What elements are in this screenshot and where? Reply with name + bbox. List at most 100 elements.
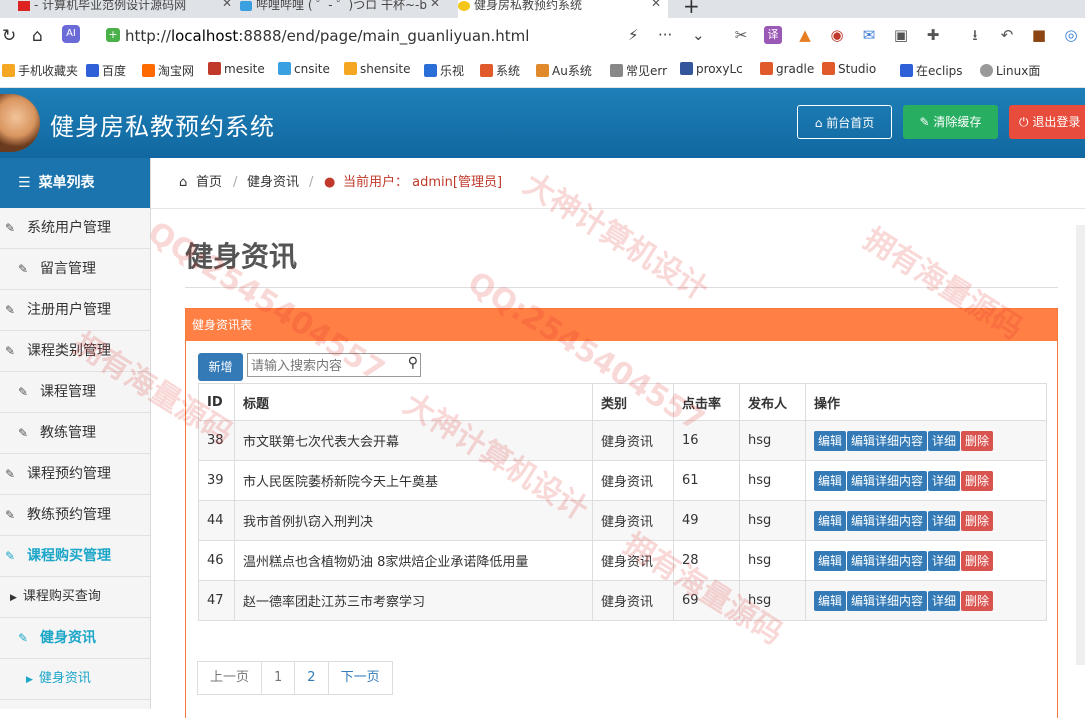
bookmark-item[interactable]: cnsite [278, 62, 330, 76]
sidebar-item[interactable]: ✎ 课程管理 [0, 372, 150, 413]
sidebar-subitem-active[interactable]: ▶ 健身资讯 [0, 659, 150, 700]
wrench-icon: ✎ [919, 115, 934, 129]
new-tab-icon[interactable]: + [683, 0, 700, 18]
cell-title: 市人民医院萎桥新院今天上午奠基 [234, 460, 593, 501]
browser-tab[interactable]: - 计算机毕业范例设计源码网 [18, 0, 218, 18]
browser-tab-active[interactable]: 健身房私教预约系统 [458, 0, 668, 18]
sidebar-item[interactable]: ✎ 注册用户管理 [0, 290, 150, 331]
bookmark-item[interactable]: proxyLc [680, 62, 743, 76]
edit-button[interactable]: 编辑 [814, 470, 847, 491]
page-number[interactable]: 2 [294, 661, 329, 695]
edit-detail-button[interactable]: 编辑详细内容 [847, 590, 928, 611]
menu-icon: ☰ [18, 175, 31, 191]
cell-clicks: 28 [673, 540, 740, 581]
browser-tab-bar: - 计算机毕业范例设计源码网 ✕ 哔哩哔哩 ( ゜- ゜)つロ 干杯~-b ✕ … [0, 0, 1085, 18]
url-field[interactable]: + http://localhost:8888/end/page/main_gu… [100, 24, 720, 48]
sidebar-item-active[interactable]: ✎ 课程购买管理 [0, 536, 150, 577]
eye-icon[interactable]: ◉ [828, 26, 846, 44]
undo-icon[interactable]: ↶ [998, 26, 1016, 44]
close-tab-icon[interactable]: ✕ [430, 0, 440, 10]
scrollbar[interactable] [1076, 225, 1085, 665]
bookmark-item[interactable]: Au系统 [536, 62, 592, 79]
chevron-down-icon[interactable]: ⌄ [692, 26, 705, 44]
sidebar-item[interactable]: ✎ 留言管理 [0, 249, 150, 290]
reload-icon[interactable]: ↻ [2, 26, 16, 46]
delete-button[interactable]: 删除 [961, 510, 994, 531]
edit-detail-button[interactable]: 编辑详细内容 [847, 430, 928, 451]
bookmark-item[interactable]: 常见err [610, 62, 667, 79]
search-input[interactable] [248, 354, 404, 376]
pocket-icon[interactable]: ▣ [892, 26, 910, 44]
bookmark-icon [424, 64, 437, 77]
sidebar-item[interactable]: ✎ 课程类别管理 [0, 331, 150, 372]
bookmark-icon [822, 62, 835, 75]
bookmark-item[interactable]: Linux面 [980, 62, 1040, 79]
delete-button[interactable]: 删除 [961, 470, 994, 491]
bookmark-item[interactable]: Studio [822, 62, 876, 76]
close-tab-icon[interactable]: ✕ [651, 0, 661, 10]
next-page-button[interactable]: 下一页 [327, 661, 393, 695]
delete-button[interactable]: 删除 [961, 550, 994, 571]
bookmark-item[interactable]: mesite [208, 62, 265, 76]
detail-button[interactable]: 详细 [928, 550, 961, 571]
extensions-icon[interactable]: ✚ [924, 26, 942, 44]
table-row: 44 我市首例扒窃入刑判决 健身资讯 49 hsg 编辑 编辑详细内容 详细 删除 [198, 500, 1047, 541]
edit-detail-button[interactable]: 编辑详细内容 [847, 550, 928, 571]
logout-button[interactable]: ⏻ 退出登录 [1009, 105, 1085, 139]
download-icon[interactable]: ⭳ [966, 26, 984, 44]
bookmark-item[interactable]: 百度 [86, 62, 126, 79]
scissors-icon[interactable]: ✂ [732, 26, 750, 44]
clear-cache-button[interactable]: ✎ 清除缓存 [903, 105, 998, 139]
more-icon[interactable]: ··· [658, 26, 672, 44]
bookmark-item[interactable]: 乐视 [424, 62, 464, 79]
edit-button[interactable]: 编辑 [814, 430, 847, 451]
sidebar-item[interactable]: ✎ 教练管理 [0, 413, 150, 454]
lightning-icon[interactable]: ⚡ [628, 26, 639, 44]
home-page-button[interactable]: ⌂ 前台首页 [797, 105, 892, 139]
cell-title: 赵一德率团赴江苏三市考察学习 [234, 580, 593, 621]
edit-button[interactable]: 编辑 [814, 590, 847, 611]
sidebar-item[interactable]: ✎ 课程预约管理 [0, 454, 150, 495]
browser-tab[interactable]: 哔哩哔哩 ( ゜- ゜)つロ 干杯~-b [240, 0, 440, 18]
prev-page-button[interactable]: 上一页 [197, 661, 263, 695]
translate-icon[interactable]: 译 [764, 26, 782, 44]
bookmark-item[interactable]: gradle [760, 62, 814, 76]
sidebar-item-active[interactable]: ✎ 健身资讯 [0, 618, 150, 659]
page-number[interactable]: 1 [261, 661, 296, 695]
column-header: 发布人 [739, 383, 806, 421]
mail-icon[interactable]: ✉ [860, 26, 878, 44]
detail-button[interactable]: 详细 [928, 510, 961, 531]
fox-icon[interactable]: ▲ [796, 26, 814, 44]
search-icon[interactable]: ⚲ [408, 355, 418, 371]
briefcase-icon[interactable]: ■ [1030, 26, 1048, 44]
close-tab-icon[interactable]: ✕ [222, 0, 232, 10]
home-icon[interactable]: ⌂ [32, 26, 43, 46]
detail-button[interactable]: 详细 [928, 430, 961, 451]
breadcrumb-home[interactable]: 首页 [196, 158, 222, 208]
sidebar-item[interactable]: ✎ 教练预约管理 [0, 495, 150, 536]
bookmark-item[interactable]: shensite [344, 62, 411, 76]
cell-publisher: hsg [739, 420, 806, 461]
panel-title: 健身资讯表 [186, 309, 1057, 341]
table-row: 46 温州糕点也含植物奶油 8家烘焙企业承诺降低用量 健身资讯 28 hsg 编… [198, 540, 1047, 581]
detail-button[interactable]: 详细 [928, 470, 961, 491]
detail-button[interactable]: 详细 [928, 590, 961, 611]
bookmark-item[interactable]: 在eclips [900, 62, 963, 79]
add-button[interactable]: 新增 [198, 353, 243, 381]
ai-icon[interactable]: AI [62, 25, 80, 43]
bookmark-item[interactable]: 系统 [480, 62, 520, 79]
breadcrumb-current: 健身资讯 [247, 175, 300, 190]
edit-button[interactable]: 编辑 [814, 550, 847, 571]
edit-button[interactable]: 编辑 [814, 510, 847, 531]
sidebar-subitem[interactable]: ▶ 课程购买查询 [0, 577, 150, 618]
edge-icon[interactable]: ◎ [1062, 26, 1080, 44]
sidebar-item[interactable]: ✎ 系统用户管理 [0, 208, 150, 249]
delete-button[interactable]: 删除 [961, 430, 994, 451]
bookmark-item[interactable]: 手机收藏夹 [2, 62, 78, 79]
delete-button[interactable]: 删除 [961, 590, 994, 611]
edit-detail-button[interactable]: 编辑详细内容 [847, 510, 928, 531]
url-text[interactable]: http://localhost:8888/end/page/main_guan… [125, 27, 529, 45]
edit-detail-button[interactable]: 编辑详细内容 [847, 470, 928, 491]
caret-right-icon: ▶ [10, 593, 17, 603]
bookmark-item[interactable]: 淘宝网 [142, 62, 194, 79]
